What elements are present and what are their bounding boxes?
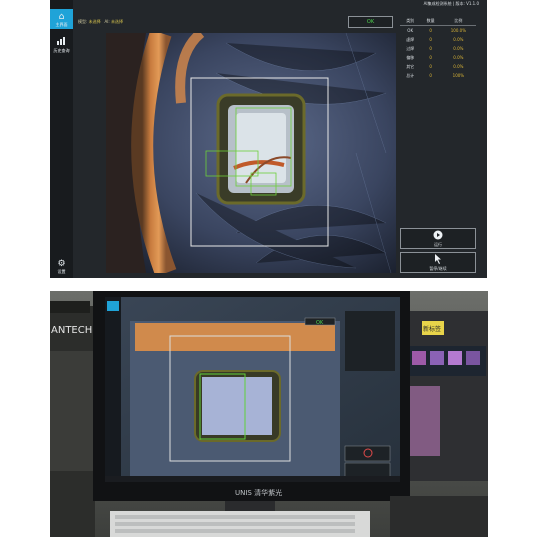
table-row: 总计 0 100% bbox=[400, 71, 476, 80]
count-cell: 0 bbox=[429, 28, 432, 33]
pause-label: 暂停/继续 bbox=[429, 265, 447, 271]
window-title: AI集成检测系统 | 版本: V1.1.0 bbox=[423, 1, 479, 6]
count-cell: 0 bbox=[429, 55, 432, 60]
category-cell: 其它 bbox=[406, 63, 415, 69]
sticker-text: 新标签 bbox=[423, 325, 441, 333]
photo-scene: ANTECH 新标签 OK UNIS 清华紫光 bbox=[50, 291, 488, 537]
category-cell: 虚焊 bbox=[406, 36, 415, 42]
app-screenshot: ⌂ 主界面 历史查询 ⚙ 设置 AI集成检测系统 | 版本: V1.1.0 模型… bbox=[50, 0, 487, 278]
ratio-cell: 0.0% bbox=[453, 55, 464, 60]
category-cell: 总计 bbox=[406, 72, 415, 78]
stats-table: 类别 数量 比例 OK 0 100.0% 虚焊 0 0.0% 过焊 0 0.0% 偏移 0 0.… bbox=[400, 16, 476, 80]
model-label: 模型: bbox=[78, 19, 88, 24]
model-info-row: 模型: 未选择 AI: 未选择 bbox=[78, 19, 123, 25]
column-header: 类别 bbox=[400, 16, 421, 26]
photo-ok-label: OK bbox=[316, 320, 324, 326]
monitor-photo: ANTECH 新标签 OK UNIS 清华紫光 bbox=[50, 291, 488, 537]
cursor-icon bbox=[434, 253, 443, 266]
sidebar: ⌂ 主界面 历史查询 ⚙ 设置 bbox=[50, 0, 73, 278]
ratio-cell: 0.0% bbox=[453, 46, 464, 51]
title-bar: AI集成检测系统 | 版本: V1.1.0 bbox=[73, 0, 487, 8]
ratio-cell: 0.0% bbox=[453, 37, 464, 42]
count-cell: 0 bbox=[429, 46, 432, 51]
ratio-cell: 0.0% bbox=[453, 64, 464, 69]
home-icon: ⌂ bbox=[58, 11, 65, 22]
category-cell: OK bbox=[407, 28, 414, 33]
count-cell: 0 bbox=[429, 37, 432, 42]
gear-icon: ⚙ bbox=[57, 258, 66, 269]
sidebar-item-label: 主界面 bbox=[55, 21, 68, 27]
play-icon bbox=[433, 230, 443, 242]
camera-viewer bbox=[106, 33, 396, 273]
sidebar-item-label: 设置 bbox=[57, 268, 66, 274]
ratio-cell: 100% bbox=[452, 73, 465, 78]
run-label: 运行 bbox=[434, 241, 442, 247]
category-cell: 偏移 bbox=[406, 54, 415, 60]
ai-value: 未选择 bbox=[111, 19, 124, 24]
stats-panel: 类别 数量 比例 OK 0 100.0% 虚焊 0 0.0% 过焊 0 0.0% 偏移 0 0.… bbox=[400, 16, 476, 80]
sidebar-item-settings[interactable]: ⚙ 设置 bbox=[50, 256, 73, 276]
separator bbox=[0, 278, 537, 291]
count-cell: 0 bbox=[429, 73, 432, 78]
column-header: 比例 bbox=[440, 16, 476, 26]
left-brand-text: ANTECH bbox=[51, 325, 92, 336]
pause-button[interactable]: 暂停/继续 bbox=[400, 252, 476, 273]
sidebar-item-history[interactable]: 历史查询 bbox=[50, 35, 73, 55]
count-cell: 0 bbox=[429, 64, 432, 69]
monitor-brand-text: UNIS 清华紫光 bbox=[235, 488, 282, 497]
table-row: 虚焊 0 0.0% bbox=[400, 35, 476, 44]
column-header: 数量 bbox=[420, 16, 441, 26]
sidebar-item-label: 历史查询 bbox=[53, 48, 70, 53]
run-button[interactable]: 运行 bbox=[400, 228, 476, 249]
sidebar-item-main[interactable]: ⌂ 主界面 bbox=[50, 9, 73, 29]
table-row: 过焊 0 0.0% bbox=[400, 44, 476, 53]
ok-result-button[interactable]: OK bbox=[348, 16, 393, 28]
ratio-cell: 100.0% bbox=[450, 28, 467, 33]
table-row: OK 0 100.0% bbox=[400, 26, 476, 36]
model-value: 未选择 bbox=[88, 19, 101, 24]
category-cell: 过焊 bbox=[406, 45, 415, 51]
chart-icon bbox=[57, 37, 66, 48]
table-row: 其它 0 0.0% bbox=[400, 62, 476, 71]
ai-label: AI: bbox=[104, 19, 110, 24]
table-row: 偏移 0 0.0% bbox=[400, 53, 476, 62]
camera-image bbox=[106, 33, 396, 273]
ok-label: OK bbox=[366, 19, 375, 25]
